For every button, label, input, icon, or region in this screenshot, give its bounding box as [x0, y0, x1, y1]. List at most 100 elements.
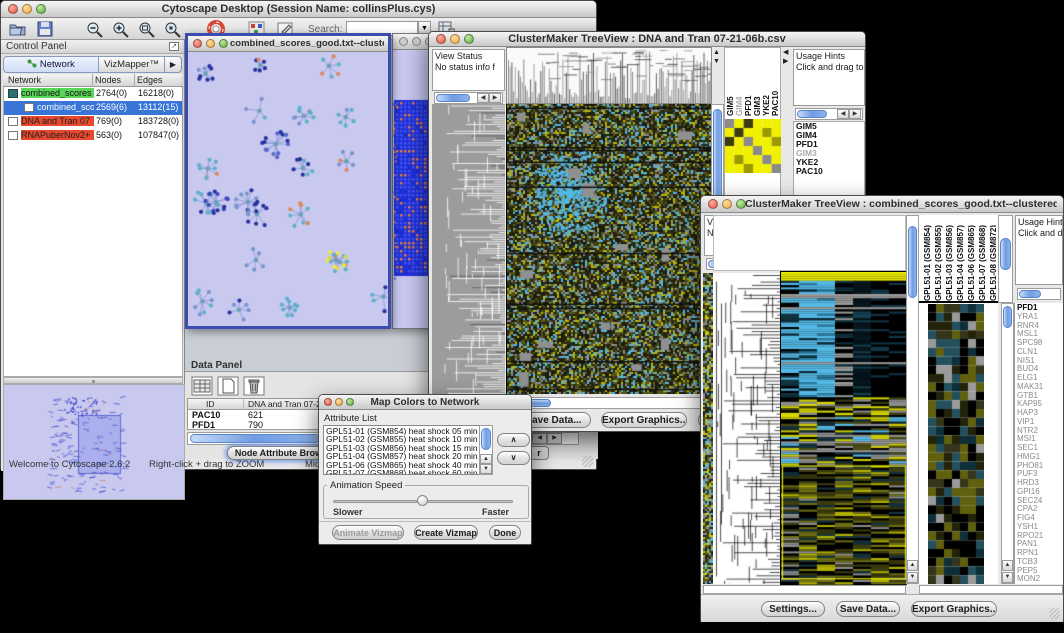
column-label[interactable]: GPL51-06 (GSM865): [967, 217, 976, 301]
tab-vizmapper[interactable]: VizMapper™: [99, 56, 165, 73]
attribute-list[interactable]: GPL51-01 (GSM854) heat shock 05 minGPL51…: [323, 425, 493, 475]
heatmap-vscrollbar[interactable]: ▲ ▼: [906, 215, 919, 584]
column-label[interactable]: YKE2: [762, 49, 771, 116]
scroll-right-icon[interactable]: ▶: [547, 433, 562, 444]
col-id[interactable]: ID: [206, 399, 215, 409]
col-network[interactable]: Network: [8, 75, 41, 85]
row-dendrogram-canvas[interactable]: [432, 104, 505, 394]
bottom-hscrollbar-left[interactable]: [703, 585, 906, 594]
scrollbar-thumb[interactable]: [481, 428, 491, 450]
zoom-out-icon[interactable]: [86, 21, 104, 38]
scroll-up-icon[interactable]: ▲: [713, 49, 720, 56]
col-edges[interactable]: Edges: [137, 75, 163, 85]
scroll-up-icon[interactable]: ▲: [480, 454, 492, 464]
column-label[interactable]: GIM4: [735, 49, 744, 116]
scroll-up-icon[interactable]: ▲: [1002, 560, 1013, 571]
scroll-left-icon[interactable]: ◀: [477, 93, 489, 103]
dialog-title-bar[interactable]: Map Colors to Network: [319, 395, 531, 410]
column-label[interactable]: GPL51-04 (GSM857): [956, 217, 965, 301]
scroll-down-icon[interactable]: ▼: [713, 58, 720, 65]
minimize-icon[interactable]: [722, 199, 732, 209]
network-list-row[interactable]: combined_sco 2569(6) 13112(15): [4, 101, 182, 115]
resize-grip[interactable]: [1049, 608, 1060, 619]
delete-attribute-icon[interactable]: [243, 376, 265, 396]
gene-label[interactable]: MON2: [1017, 575, 1063, 584]
main-title-bar[interactable]: Cytoscape Desktop (Session Name: collins…: [1, 1, 596, 18]
global-view-strip-canvas[interactable]: [703, 273, 713, 584]
heatmap-main-canvas[interactable]: [780, 271, 907, 585]
scrollbar-thumb[interactable]: [190, 434, 320, 443]
resize-grip[interactable]: [582, 456, 593, 467]
bottom-hscrollbar-right[interactable]: [919, 585, 1063, 594]
column-label[interactable]: GPL51-08 (GSM872): [989, 217, 996, 301]
attribute-list-item[interactable]: GPL51-07 (GSM868) heat shock 60 min: [326, 469, 490, 475]
save-session-icon[interactable]: [37, 21, 53, 37]
scroll-left-icon[interactable]: ◀: [783, 49, 788, 56]
zoom-window-icon[interactable]: [219, 39, 228, 48]
open-session-icon[interactable]: [9, 21, 26, 37]
heatmap-zoom-canvas[interactable]: [725, 119, 781, 173]
minimize-icon[interactable]: [412, 37, 421, 46]
attribute-list-vscrollbar[interactable]: ▲ ▼: [479, 425, 493, 475]
gene-list-vscrollbar[interactable]: ▲ ▼: [1001, 303, 1014, 584]
scrollbar-thumb[interactable]: [1003, 306, 1012, 328]
scroll-right-icon[interactable]: ▶: [849, 109, 861, 119]
column-label[interactable]: GIM5: [726, 49, 735, 116]
column-labels-vscrollbar[interactable]: [998, 215, 1013, 303]
row-dendrogram-canvas[interactable]: [713, 273, 780, 584]
scroll-right-icon[interactable]: ▶: [489, 93, 501, 103]
scrollbar-thumb[interactable]: [1000, 238, 1011, 270]
scrollbar-thumb[interactable]: [436, 94, 470, 102]
close-icon[interactable]: [399, 37, 408, 46]
heatmap-global-canvas[interactable]: [506, 104, 711, 394]
scroll-down-icon[interactable]: ▼: [1002, 572, 1013, 583]
column-label[interactable]: GPL51-07 (GSM868): [978, 217, 987, 301]
scroll-left-icon[interactable]: ◀: [837, 109, 849, 119]
column-label[interactable]: PFD1: [744, 49, 753, 116]
usage-hints-hscrollbar[interactable]: [1017, 288, 1061, 300]
slider-thumb[interactable]: [417, 495, 428, 506]
tab-network[interactable]: Network: [3, 56, 99, 73]
column-label[interactable]: GPL51-01 (GSM854): [923, 217, 932, 301]
scroll-down-icon[interactable]: ▼: [907, 572, 918, 583]
scroll-up-icon[interactable]: ▲: [907, 560, 918, 571]
settings-button[interactable]: Settings...: [761, 601, 825, 617]
column-label[interactable]: PAC10: [771, 49, 780, 116]
column-label[interactable]: GPL51-02 (GSM855): [934, 217, 943, 301]
zoom-fit-icon[interactable]: [138, 21, 156, 38]
new-attribute-icon[interactable]: [217, 376, 239, 396]
export-graphics-button[interactable]: Export Graphics...: [911, 601, 997, 617]
col-nodes[interactable]: Nodes: [95, 75, 121, 85]
panel-splitter[interactable]: [3, 377, 183, 384]
treeview-dna-title-bar[interactable]: ClusterMaker TreeView : DNA and Tran 07-…: [429, 32, 865, 47]
column-label[interactable]: GPL51-03 (GSM856): [945, 217, 954, 301]
move-up-button[interactable]: ∧: [497, 433, 530, 447]
treeview-combined-title-bar[interactable]: ClusterMaker TreeView : combined_scores_…: [701, 196, 1063, 213]
animate-vizmap-button[interactable]: Animate Vizmap: [332, 525, 404, 540]
float-panel-icon[interactable]: ↗: [169, 42, 179, 51]
scroll-right-icon[interactable]: ▶: [783, 58, 788, 65]
usage-hints-hscrollbar[interactable]: ◀ ▶: [795, 108, 863, 120]
table-icon[interactable]: [191, 376, 213, 396]
network-overview-canvas[interactable]: [3, 384, 185, 500]
view-status-hscrollbar[interactable]: ◀ ▶: [434, 92, 503, 104]
minimize-icon[interactable]: [206, 39, 215, 48]
scrollbar-thumb[interactable]: [908, 226, 917, 298]
create-vizmap-button[interactable]: Create Vizmap: [414, 525, 478, 540]
row-label[interactable]: PAC10: [796, 167, 862, 176]
network-list-row[interactable]: RNAPuberNov2+ 563(0) 107847(0): [4, 129, 182, 143]
network-view-canvas-1[interactable]: [188, 52, 388, 326]
zoom-selected-icon[interactable]: [164, 21, 182, 38]
heatmap-zoom-canvas[interactable]: [928, 304, 984, 584]
zoom-in-icon[interactable]: [112, 21, 130, 38]
network-window-1-title-bar[interactable]: combined_scores_good.txt--cluste...: [188, 36, 388, 52]
done-button[interactable]: Done: [489, 525, 521, 540]
move-down-button[interactable]: ∨: [497, 451, 530, 465]
network-list-row[interactable]: combined_scores 2764(0) 16218(0): [4, 87, 182, 101]
scroll-down-icon[interactable]: ▼: [480, 464, 492, 474]
close-icon[interactable]: [708, 199, 718, 209]
export-graphics-button[interactable]: Export Graphics...: [601, 412, 687, 428]
tab-hidden-fragment[interactable]: r: [529, 446, 549, 460]
column-label[interactable]: GIM3: [753, 49, 762, 116]
scrollbar-thumb[interactable]: [797, 110, 827, 118]
